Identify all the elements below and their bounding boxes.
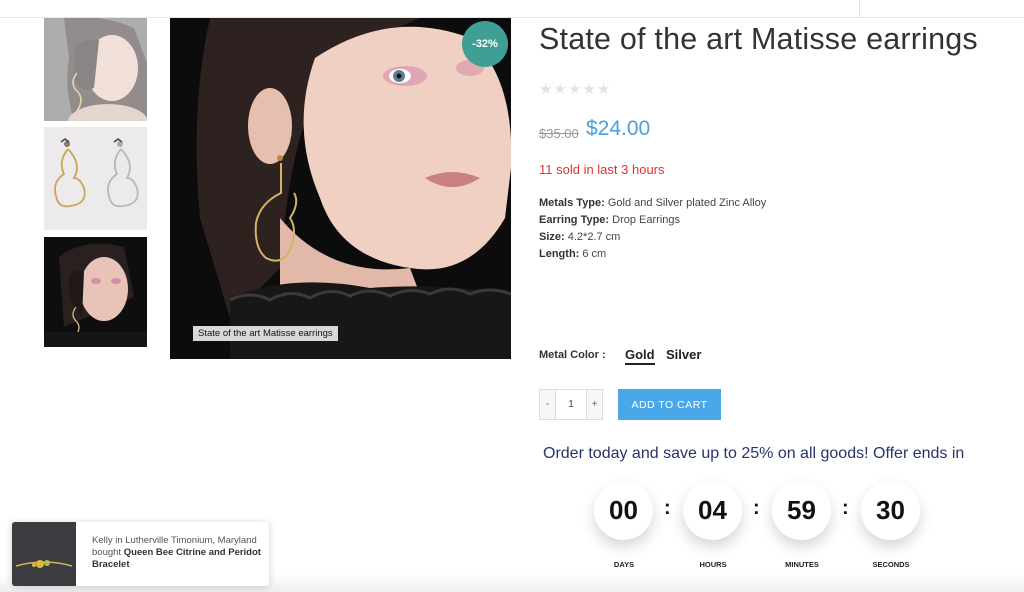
sale-price: $24.00 [586, 117, 651, 140]
countdown-hours: 04 [683, 481, 742, 540]
spec-label: Length: [539, 248, 580, 260]
product-specs: Metals Type: Gold and Silver plated Zinc… [539, 195, 766, 263]
star-icon: ★ [539, 81, 553, 98]
quantity-decrease-button[interactable]: - [540, 390, 556, 419]
promo-message: Order today and save up to 25% on all go… [543, 445, 965, 462]
countdown-separator: : [753, 497, 760, 519]
main-product-image[interactable] [170, 18, 511, 359]
sold-counter: 11 sold in last 3 hours [539, 162, 665, 177]
metal-option-gold[interactable]: Gold [625, 347, 655, 365]
countdown-minutes-label: MINUTES [785, 560, 819, 569]
countdown-separator: : [842, 497, 849, 519]
old-price: $35.00 [539, 126, 579, 141]
purchase-notification-popup[interactable]: Kelly in Lutherville Timonium, Maryland … [12, 522, 269, 586]
spec-label: Metals Type: [539, 197, 605, 209]
spec-row: Metals Type: Gold and Silver plated Zinc… [539, 195, 766, 212]
quantity-input[interactable] [556, 390, 586, 419]
notification-product-image [12, 522, 76, 586]
quantity-increase-button[interactable]: + [586, 390, 602, 419]
spec-value: 4.2*2.7 cm [564, 231, 621, 243]
spec-row: Earring Type: Drop Earrings [539, 212, 766, 229]
thumbnail-earrings-product[interactable] [44, 127, 147, 230]
star-icon: ★ [582, 81, 596, 98]
top-bar-divider [859, 0, 860, 18]
countdown-minutes: 59 [772, 481, 831, 540]
product-title: State of the art Matisse earrings [539, 22, 978, 56]
countdown-seconds-label: SECONDS [872, 560, 910, 569]
image-caption: State of the art Matisse earrings [193, 326, 338, 341]
spec-label: Size: [539, 231, 565, 243]
spec-value: Gold and Silver plated Zinc Alloy [604, 197, 767, 209]
countdown-hours-label: HOURS [699, 560, 727, 569]
spec-row: Size: 4.2*2.7 cm [539, 229, 766, 246]
star-icon: ★ [567, 81, 582, 98]
discount-badge: -32% [462, 21, 508, 67]
thumbnail-model-profile[interactable] [44, 18, 147, 121]
countdown-days: 00 [594, 481, 653, 540]
metal-option-silver[interactable]: Silver [666, 347, 701, 362]
star-icon: ★ [596, 81, 611, 98]
countdown-seconds: 30 [861, 481, 920, 540]
spec-value: Drop Earrings [609, 214, 681, 226]
countdown-separator: : [664, 497, 671, 519]
add-to-cart-button[interactable]: ADD TO CART [618, 389, 721, 420]
spec-row: Length: 6 cm [539, 246, 766, 263]
thumbnail-model-front[interactable] [44, 237, 147, 347]
quantity-stepper: - + [539, 389, 603, 420]
rating-stars[interactable]: ★ ★ ★ ★ ★ [539, 80, 610, 98]
top-bar [0, 0, 1024, 18]
countdown-days-label: DAYS [613, 560, 635, 569]
spec-label: Earring Type: [539, 214, 610, 226]
metal-color-label: Metal Color : [539, 349, 606, 361]
notification-text: Kelly in Lutherville Timonium, Maryland … [92, 535, 262, 571]
spec-value: 6 cm [579, 248, 607, 260]
star-icon: ★ [553, 81, 567, 98]
